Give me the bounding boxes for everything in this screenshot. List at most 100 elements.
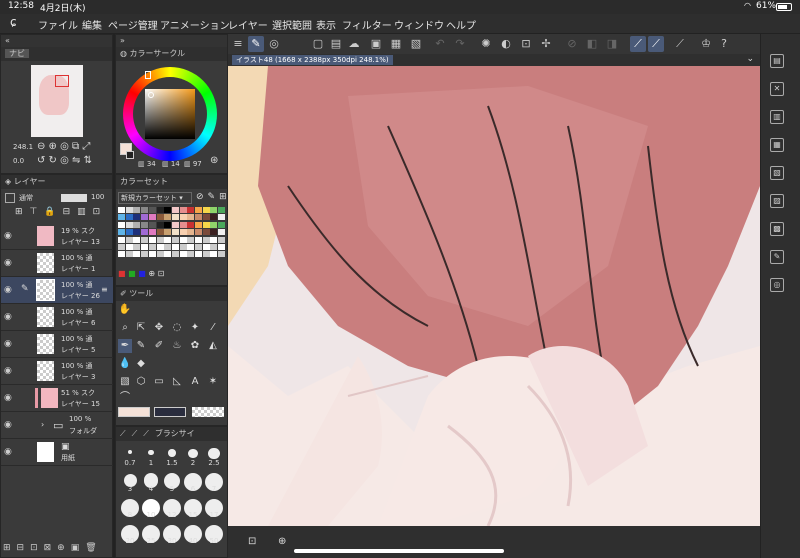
color-swatch[interactable] <box>156 251 164 258</box>
correct-line-icon[interactable]: ⌒ <box>118 391 132 405</box>
canvas-rotate-icon[interactable]: ⊕ <box>278 536 286 547</box>
color-swatch[interactable] <box>187 251 195 258</box>
hand-icon[interactable]: ✋ <box>118 303 132 317</box>
invert-icon[interactable]: ◧ <box>584 36 600 52</box>
blend-icon[interactable]: 💧 <box>118 357 132 371</box>
layer-row[interactable]: ◉ 19 % スク レイヤー 13 <box>1 223 114 250</box>
color-wheel-tab[interactable]: ◍ カラーサークル <box>116 47 227 61</box>
color-swatch[interactable] <box>141 244 149 250</box>
eyedropper-icon[interactable]: ⁄ <box>206 321 220 335</box>
navigator-preview[interactable] <box>31 65 83 137</box>
color-swatch[interactable] <box>141 207 149 213</box>
layer-color-icon[interactable] <box>5 193 15 203</box>
color-swatch[interactable] <box>141 251 149 258</box>
color-swatch[interactable] <box>202 207 210 213</box>
sub-drawing-color[interactable] <box>154 407 186 417</box>
layer-row-folder[interactable]: ◉ › ▭ 100 % フォルダ <box>1 412 114 439</box>
clear-icon[interactable]: ◨ <box>604 36 620 52</box>
color-swatch[interactable] <box>179 244 187 250</box>
panel-collapse-bar[interactable]: « <box>1 35 112 47</box>
menu-help[interactable]: ヘルプ <box>446 17 476 32</box>
color-swatch[interactable] <box>171 214 179 221</box>
brush-size-dot[interactable] <box>188 448 198 459</box>
color-swatch[interactable] <box>133 236 141 243</box>
color-set-commands[interactable]: ■ ■ ■ ⊕ ⊡ <box>118 269 226 283</box>
color-swatch[interactable] <box>141 236 149 243</box>
color-swatch[interactable] <box>118 244 125 250</box>
menu-layer[interactable]: レイヤー <box>228 17 268 32</box>
color-swatch[interactable] <box>195 229 202 236</box>
color-swatch[interactable] <box>125 244 133 250</box>
color-swatch[interactable] <box>171 221 179 228</box>
color-swatch[interactable] <box>156 221 164 228</box>
eraser-icon[interactable]: ◆ <box>134 357 148 371</box>
color-swatch[interactable] <box>210 229 218 236</box>
color-swatch[interactable] <box>118 221 125 228</box>
color-swatch[interactable] <box>195 214 202 221</box>
eye-icon[interactable]: ◉ <box>4 231 14 241</box>
color-swatch[interactable] <box>148 229 156 236</box>
redo-icon[interactable]: ↷ <box>452 36 468 52</box>
color-swatch[interactable] <box>187 214 195 221</box>
color-swatch[interactable] <box>118 229 125 236</box>
export-icon[interactable]: ▧ <box>408 36 424 52</box>
delete-layer-icon[interactable]: ✕ <box>770 82 784 96</box>
chevron-down-icon[interactable]: ⌄ <box>746 54 754 64</box>
color-swatch[interactable] <box>179 251 187 258</box>
transparent-color[interactable] <box>192 407 224 417</box>
color-swatch[interactable] <box>164 251 172 258</box>
color-swatch[interactable] <box>179 214 187 221</box>
color-swatch[interactable] <box>195 236 202 243</box>
figure-icon[interactable]: ⬡ <box>134 375 148 389</box>
color-swatch[interactable] <box>164 214 172 221</box>
tool-tab[interactable]: ✐ ツール <box>116 287 227 301</box>
fill-tool-icon[interactable]: ◭ <box>206 339 220 353</box>
color-swatch[interactable] <box>156 229 164 236</box>
eye-icon[interactable]: ◉ <box>4 312 14 322</box>
snap-grid-icon[interactable]: ⟋ <box>672 36 688 52</box>
brush-size-tab[interactable]: ⟋⟋⟋ブラシサイ <box>116 427 227 441</box>
help-icon[interactable]: ? <box>716 36 732 52</box>
color-swatch[interactable] <box>218 244 226 250</box>
menu-page[interactable]: ページ管理 <box>108 17 158 32</box>
pencil-icon[interactable]: ✎ <box>134 339 148 353</box>
layer-command-icons[interactable]: ⊞⊟⊡⊠⊕▣🗑 <box>3 543 113 555</box>
reference-layer-icon[interactable]: ▨ <box>770 194 784 208</box>
chevron-right-icon[interactable]: › <box>41 420 44 429</box>
color-swatch[interactable] <box>171 207 179 213</box>
save-cloud-icon[interactable]: ☁ <box>346 36 362 52</box>
lock-layer-icon[interactable]: ▩ <box>770 222 784 236</box>
color-swatch[interactable] <box>148 251 156 258</box>
crop-icon[interactable]: ✢ <box>538 36 554 52</box>
menu-selection[interactable]: 選択範囲 <box>272 17 312 32</box>
move-icon[interactable]: ✥ <box>152 321 166 335</box>
color-swatch[interactable] <box>133 214 141 221</box>
color-swatch[interactable] <box>148 207 156 213</box>
hamburger-icon[interactable]: ≡ <box>230 36 246 52</box>
color-swatch[interactable] <box>156 214 164 221</box>
object-select-icon[interactable]: ⇱ <box>134 321 148 335</box>
color-swatch[interactable] <box>156 207 164 213</box>
color-swatch[interactable] <box>218 207 226 213</box>
color-swatch[interactable] <box>218 221 226 228</box>
color-swatch[interactable] <box>125 236 133 243</box>
color-swatch[interactable] <box>210 207 218 213</box>
clip-studio-icon[interactable]: ɕ <box>10 15 17 29</box>
color-set-tab[interactable]: カラーセット <box>116 175 227 189</box>
layer-row[interactable]: ◉ 100 % 通 レイヤー 5 <box>1 331 114 358</box>
color-swatch[interactable] <box>210 214 218 221</box>
layer-row[interactable]: ◉ 100 % 通 レイヤー 6 <box>1 304 114 331</box>
brush-tool-icon[interactable]: ✐ <box>152 339 166 353</box>
color-swatch[interactable] <box>179 221 187 228</box>
color-swatch[interactable] <box>187 207 195 213</box>
layer-lock-icons[interactable]: ⊞⊤🔒⊟▥⊡ <box>15 207 111 221</box>
open-file-icon[interactable]: ▤ <box>328 36 344 52</box>
canvas-tab[interactable]: イラスト48 (1668 x 2388px 350dpi 248.1%) <box>232 55 393 65</box>
hue-handle[interactable] <box>145 71 151 79</box>
new-raster-layer-icon[interactable]: ▤ <box>770 54 784 68</box>
frame-icon[interactable]: ▭ <box>152 375 166 389</box>
new-file-icon[interactable]: ▢ <box>310 36 326 52</box>
color-swatch[interactable] <box>125 221 133 228</box>
save-as-icon[interactable]: ▦ <box>388 36 404 52</box>
menu-window[interactable]: ウィンドウ <box>394 17 444 32</box>
